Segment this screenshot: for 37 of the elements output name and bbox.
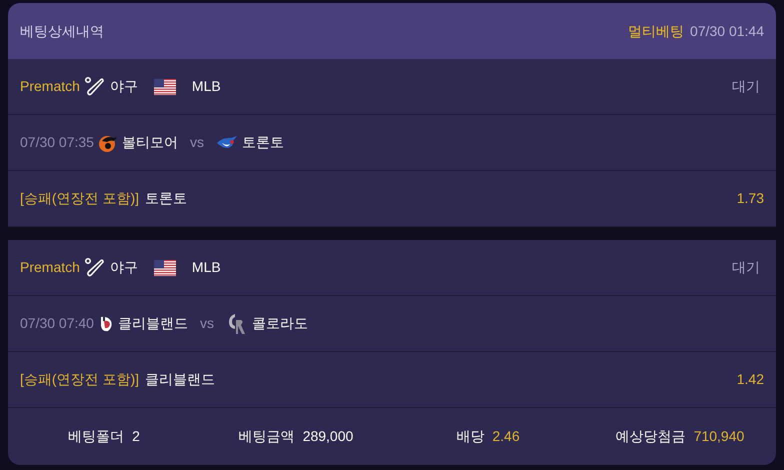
summary-value: 289,000 bbox=[302, 427, 354, 446]
summary-value: 710,940 bbox=[694, 427, 744, 446]
status-label: 대기 bbox=[732, 258, 760, 277]
league-label: MLB bbox=[192, 77, 221, 96]
match-time: 07/30 07:40 bbox=[20, 314, 94, 333]
odds-value: 1.73 bbox=[736, 189, 764, 208]
home-team: 볼티모어 bbox=[122, 133, 178, 152]
match-time: 07/30 07:35 bbox=[20, 133, 94, 152]
away-team: 콜로라도 bbox=[252, 314, 308, 333]
summary-value: 2 bbox=[132, 427, 140, 446]
summary-label: 배당 bbox=[456, 427, 484, 446]
summary-value: 2.46 bbox=[492, 427, 520, 446]
away-team: 토론토 bbox=[242, 133, 284, 152]
sport-label: 야구 bbox=[110, 258, 138, 277]
home-team: 클리블랜드 bbox=[118, 314, 188, 333]
market-label: [승패(연장전 포함)] bbox=[20, 370, 139, 389]
vs-label: vs bbox=[200, 314, 214, 333]
bat-icon bbox=[84, 256, 106, 278]
summary-label: 예상당첨금 bbox=[616, 427, 686, 446]
league-label: MLB bbox=[192, 258, 221, 277]
pick-label: 클리블랜드 bbox=[145, 370, 215, 389]
odds-value: 1.42 bbox=[736, 370, 764, 389]
vs-label: vs bbox=[190, 133, 204, 152]
stage-label: Prematch bbox=[20, 258, 80, 277]
market-label: [승패(연장전 포함)] bbox=[20, 189, 139, 208]
bat-icon bbox=[84, 76, 106, 98]
summary-label: 베팅금액 bbox=[238, 427, 295, 446]
flag-icon bbox=[154, 78, 176, 94]
stage-label: Prematch bbox=[20, 77, 80, 96]
sport-label: 야구 bbox=[110, 77, 138, 96]
bet-type-label: 멀티베팅 bbox=[628, 22, 684, 40]
panel-title: 베팅상세내역 bbox=[20, 22, 104, 40]
status-label: 대기 bbox=[732, 77, 760, 96]
flag-icon bbox=[154, 260, 176, 276]
bet-time: 07/30 01:44 bbox=[690, 22, 764, 40]
summary-label: 베팅폴더 bbox=[68, 427, 124, 446]
pick-label: 토론토 bbox=[145, 189, 187, 208]
